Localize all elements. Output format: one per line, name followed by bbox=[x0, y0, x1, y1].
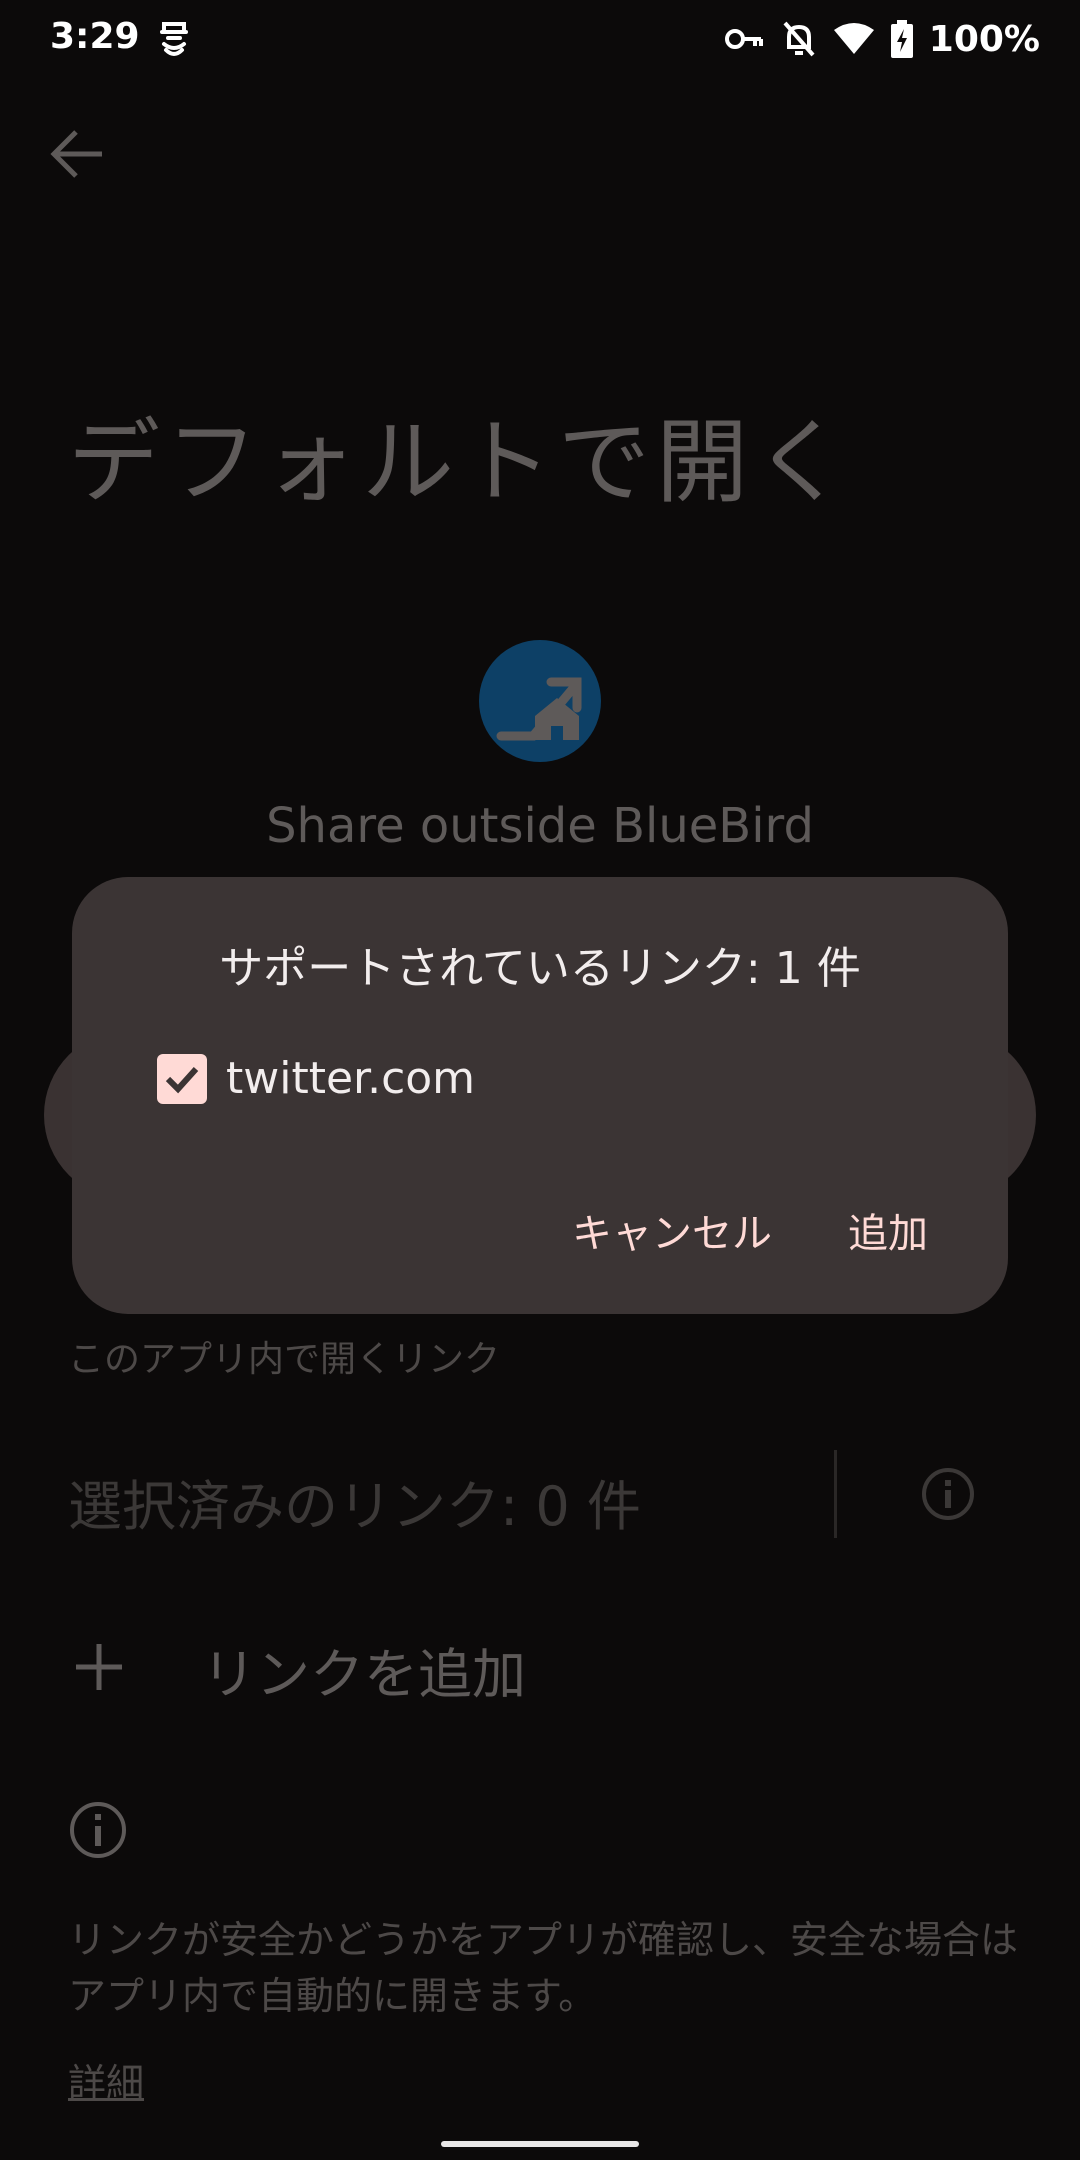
link-domain-label[interactable]: twitter.com bbox=[226, 1053, 475, 1104]
status-bar: 3:29 100% bbox=[0, 0, 1080, 80]
battery-charging-icon bbox=[890, 20, 913, 58]
status-time: 3:29 bbox=[50, 16, 140, 57]
check-icon bbox=[165, 1066, 199, 1094]
notifications-off-icon bbox=[781, 19, 817, 59]
add-button[interactable]: 追加 bbox=[848, 1201, 928, 1259]
details-link[interactable]: 詳細 bbox=[68, 2052, 144, 2107]
dialog-title: サポートされているリンク: 1 件 bbox=[219, 943, 861, 994]
navigation-handle[interactable] bbox=[441, 2141, 639, 2147]
status-icons: 100% bbox=[724, 14, 1040, 64]
battery-percentage: 100% bbox=[928, 18, 1040, 60]
plus-icon[interactable] bbox=[72, 1640, 126, 1694]
app-name: Share outside BlueBird bbox=[266, 798, 814, 854]
vpn-key-icon bbox=[724, 26, 765, 52]
section-label: このアプリ内で開くリンク bbox=[68, 1339, 501, 1380]
cancel-button[interactable]: キャンセル bbox=[572, 1201, 772, 1259]
divider bbox=[834, 1450, 837, 1538]
selected-links-count[interactable]: 選択済みのリンク: 0 件 bbox=[68, 1462, 641, 1541]
screen: 3:29 100% デフォルトで開く Share outside BlueBir… bbox=[0, 0, 1080, 2160]
twitter-checkbox[interactable] bbox=[157, 1054, 207, 1104]
arrow-left-icon[interactable] bbox=[48, 128, 106, 180]
page-title: デフォルトで開く bbox=[68, 409, 853, 516]
info-icon[interactable] bbox=[920, 1466, 976, 1522]
description-text: リンクが安全かどうかをアプリが確認し、安全な場合はアプリ内で自動的に開きます。 bbox=[68, 1918, 1019, 2018]
info-icon bbox=[68, 1800, 128, 1860]
app-icon bbox=[479, 640, 601, 762]
supported-links-dialog: サポートされているリンク: 1 件 twitter.com キャンセル 追加 bbox=[72, 877, 1008, 1314]
wifi-icon bbox=[833, 22, 875, 56]
add-link-label[interactable]: リンクを追加 bbox=[202, 1630, 526, 1709]
app-notification-icon bbox=[158, 18, 190, 60]
